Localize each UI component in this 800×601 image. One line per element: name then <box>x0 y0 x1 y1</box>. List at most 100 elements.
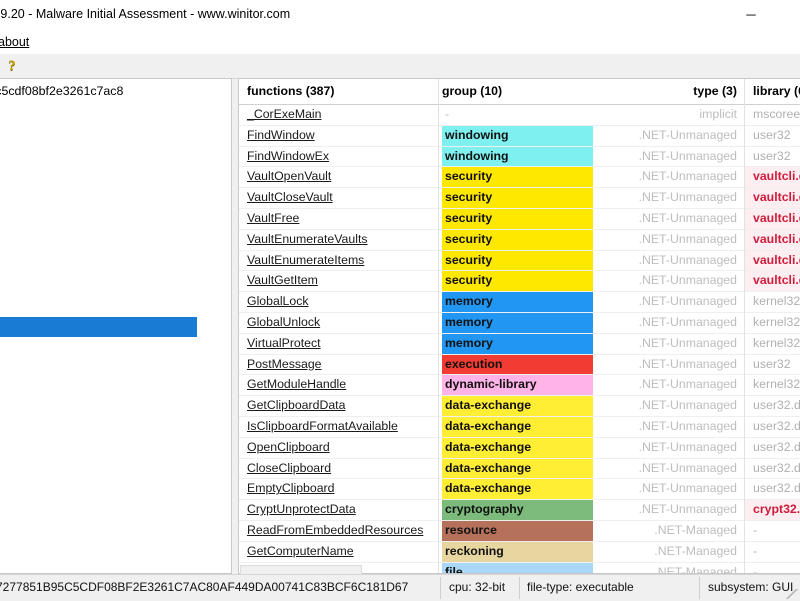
table-row[interactable]: GetClipboardData data-exchange .NET-Unmana… <box>239 396 800 417</box>
group-badge: security <box>442 167 593 188</box>
cell-function: VaultGetItem <box>239 271 439 291</box>
table-row[interactable]: GlobalLock memory .NET-Unmanaged kernel32.d <box>239 292 800 313</box>
tree-item[interactable]: header (64 bytes) <box>0 160 229 180</box>
tree-item[interactable]: nal-header (GUI) <box>0 239 229 259</box>
tree-item[interactable]: total (offline) <box>0 141 229 161</box>
cell-library: user32.dll <box>745 417 800 437</box>
tree-item[interactable]: ators (58) * <box>0 102 229 122</box>
function-name[interactable]: VaultFree <box>247 211 299 225</box>
function-name[interactable]: FindWindow <box>247 128 315 142</box>
tree-item[interactable]: allbacks (n/a) <box>0 356 229 376</box>
function-name[interactable]: EmptyClipboard <box>247 481 334 495</box>
resize-grip[interactable] <box>786 589 798 599</box>
table-row[interactable]: GlobalUnlock memory .NET-Unmanaged kernel32… <box>239 312 800 334</box>
tree-item[interactable]: header (time-stamp) <box>0 219 229 239</box>
tree-item[interactable]: fest (asInvoker) <box>0 454 229 474</box>
tree-item[interactable]: rts (n/a) <box>0 337 229 357</box>
function-name[interactable]: VaultGetItem <box>247 273 318 287</box>
table-row[interactable]: PostMessage execution .NET-Unmanaged user32 <box>239 354 800 376</box>
library-name: vaultcli.dll <box>753 231 800 246</box>
type-label: .NET-Unmanaged <box>638 398 737 413</box>
tree-item[interactable]: urces (2) * <box>0 396 229 416</box>
column-header-type[interactable]: type (3) <box>593 79 745 104</box>
table-row[interactable]: IsClipboardFormatAvailable data-exchange.… <box>239 416 800 438</box>
table-row[interactable]: VaultFree security .NET-Unmanaged vaultcli.… <box>239 208 800 230</box>
table-row[interactable]: GetComputerName reckoning .NET-Managed - <box>239 541 800 563</box>
function-name[interactable]: IsClipboardFormatAvailable <box>247 419 398 433</box>
status-subsystem: subsystem: GUI <box>708 580 794 594</box>
function-name[interactable]: FindWindowEx <box>247 149 329 163</box>
menu-item-about[interactable]: about <box>0 34 33 50</box>
table-row[interactable]: VaultOpenVault security .NET-Unmanaged vaul… <box>239 167 800 189</box>
table-row[interactable]: ReadFromEmbeddedResources resource .NET-Ma… <box>239 520 800 542</box>
help-icon[interactable]: ? <box>2 57 22 76</box>
table-row[interactable]: CryptUnprotectData cryptography .NET-Unman… <box>239 500 800 521</box>
tree-item[interactable]: tions (387) * <box>0 317 197 337</box>
function-name[interactable]: GetComputerName <box>247 544 354 558</box>
tree-item[interactable]: stub (64 bytes) <box>0 180 229 200</box>
table-row[interactable]: VaultEnumerateItems security .NET-Unmanage… <box>239 250 800 272</box>
function-name[interactable]: GetModuleHandle <box>247 377 346 391</box>
table-row[interactable]: VaultEnumerateVaults security .NET-Unmanag… <box>239 229 800 251</box>
type-label: .NET-Unmanaged <box>638 439 737 454</box>
cell-group: windowing <box>439 125 593 146</box>
tree-item[interactable]: ay (n/a) <box>0 513 229 533</box>
tree-item[interactable]: on (Echelon.exe) <box>0 474 229 494</box>
tree-item[interactable]: g (time-stamp) <box>0 435 229 455</box>
function-name[interactable]: GetClipboardData <box>247 398 345 412</box>
table-row[interactable]: GetModuleHandle dynamic-library .NET-Unman… <box>239 375 800 397</box>
table-row[interactable]: CloseClipboard data-exchange .NET-Unmanage… <box>239 458 800 480</box>
group-badge: security <box>442 229 593 250</box>
navigation-tree-panel[interactable]: 62d4177277851b95c5cdf08bf2e3261c7ac8 ator… <box>0 78 232 574</box>
function-name[interactable]: CloseClipboard <box>247 461 331 475</box>
function-name[interactable]: VaultEnumerateItems <box>247 253 364 267</box>
function-name[interactable]: ReadFromEmbeddedResources <box>247 523 423 537</box>
function-name[interactable]: GlobalLock <box>247 294 309 308</box>
table-row[interactable]: OpenClipboard data-exchange .NET-Unmanaged… <box>239 437 800 459</box>
cell-group: data-exchange <box>439 479 593 500</box>
table-row[interactable]: FindWindowEx windowing .NET-Unmanaged user3… <box>239 146 800 168</box>
tree-item[interactable]: e (7) <box>0 121 229 141</box>
function-name[interactable]: GlobalUnlock <box>247 315 320 329</box>
window-title: o 9.20 - Malware Initial Assessment - ww… <box>0 7 291 21</box>
function-name[interactable]: VaultCloseVault <box>247 190 333 204</box>
tree-item[interactable]: 62d4177277851b95c5cdf08bf2e3261c7ac8 <box>0 82 229 102</box>
column-header-functions[interactable]: functions (387) <box>239 79 439 104</box>
tree-item[interactable]: ies (6) * <box>0 298 229 318</box>
function-name[interactable]: _CorExeMain <box>247 107 322 121</box>
cell-group: cryptography <box>439 500 593 520</box>
table-header-row: functions (387) group (10) type (3) libr… <box>239 79 800 105</box>
library-name: - <box>753 564 758 574</box>
function-name[interactable]: VirtualProtect <box>247 336 321 350</box>
tree-item[interactable]: icate (n/a) <box>0 493 229 513</box>
tree-item[interactable]: (file-ratio) <box>0 376 229 396</box>
tree-item[interactable]: ons (99.94%) <box>0 278 229 298</box>
column-header-library[interactable]: library (6) <box>745 79 800 104</box>
table-row[interactable]: VirtualProtect memory .NET-Unmanaged kernel… <box>239 333 800 355</box>
cell-type: .NET-Unmanaged <box>593 167 745 187</box>
function-name[interactable]: OpenClipboard <box>247 440 330 454</box>
table-row[interactable]: _CorExeMain - implicit mscoree.d <box>239 105 800 126</box>
table-row[interactable]: VaultCloseVault security .NET-Unmanaged vau… <box>239 188 800 209</box>
cell-group: data-exchange <box>439 437 593 458</box>
function-name[interactable]: VaultEnumerateVaults <box>247 232 368 246</box>
functions-table-panel[interactable]: functions (387) group (10) type (3) libr… <box>238 78 800 574</box>
function-name[interactable]: PostMessage <box>247 357 322 371</box>
function-name[interactable]: VaultOpenVault <box>247 169 331 183</box>
tree-item[interactable]: tories (time-stamp) <box>0 258 229 278</box>
status-cpu: cpu: 32-bit <box>449 580 506 594</box>
status-bar: 7277851B95C5CDF08BF2E3261C7AC80AF449DA00… <box>0 574 800 601</box>
table-row[interactable]: EmptyClipboard data-exchange .NET-Unmanage… <box>239 479 800 501</box>
tree-item[interactable]: header (n/a) <box>0 200 229 220</box>
cell-function: VaultEnumerateItems <box>239 251 439 271</box>
cell-library: user32.dll <box>745 396 800 416</box>
table-row[interactable]: FindWindow windowing .NET-Unmanaged user32 <box>239 125 800 147</box>
column-header-group[interactable]: group (10) <box>439 79 593 104</box>
type-label: .NET-Unmanaged <box>638 127 737 142</box>
cell-type: .NET-Unmanaged <box>593 500 745 520</box>
cell-type: .NET-Unmanaged <box>593 334 745 354</box>
tree-item[interactable]: gs (9589) <box>0 415 229 435</box>
function-name[interactable]: CryptUnprotectData <box>247 502 356 516</box>
table-row[interactable]: VaultGetItem security .NET-Unmanaged vaultc… <box>239 271 800 293</box>
minimize-button[interactable]: ─ <box>728 0 774 30</box>
